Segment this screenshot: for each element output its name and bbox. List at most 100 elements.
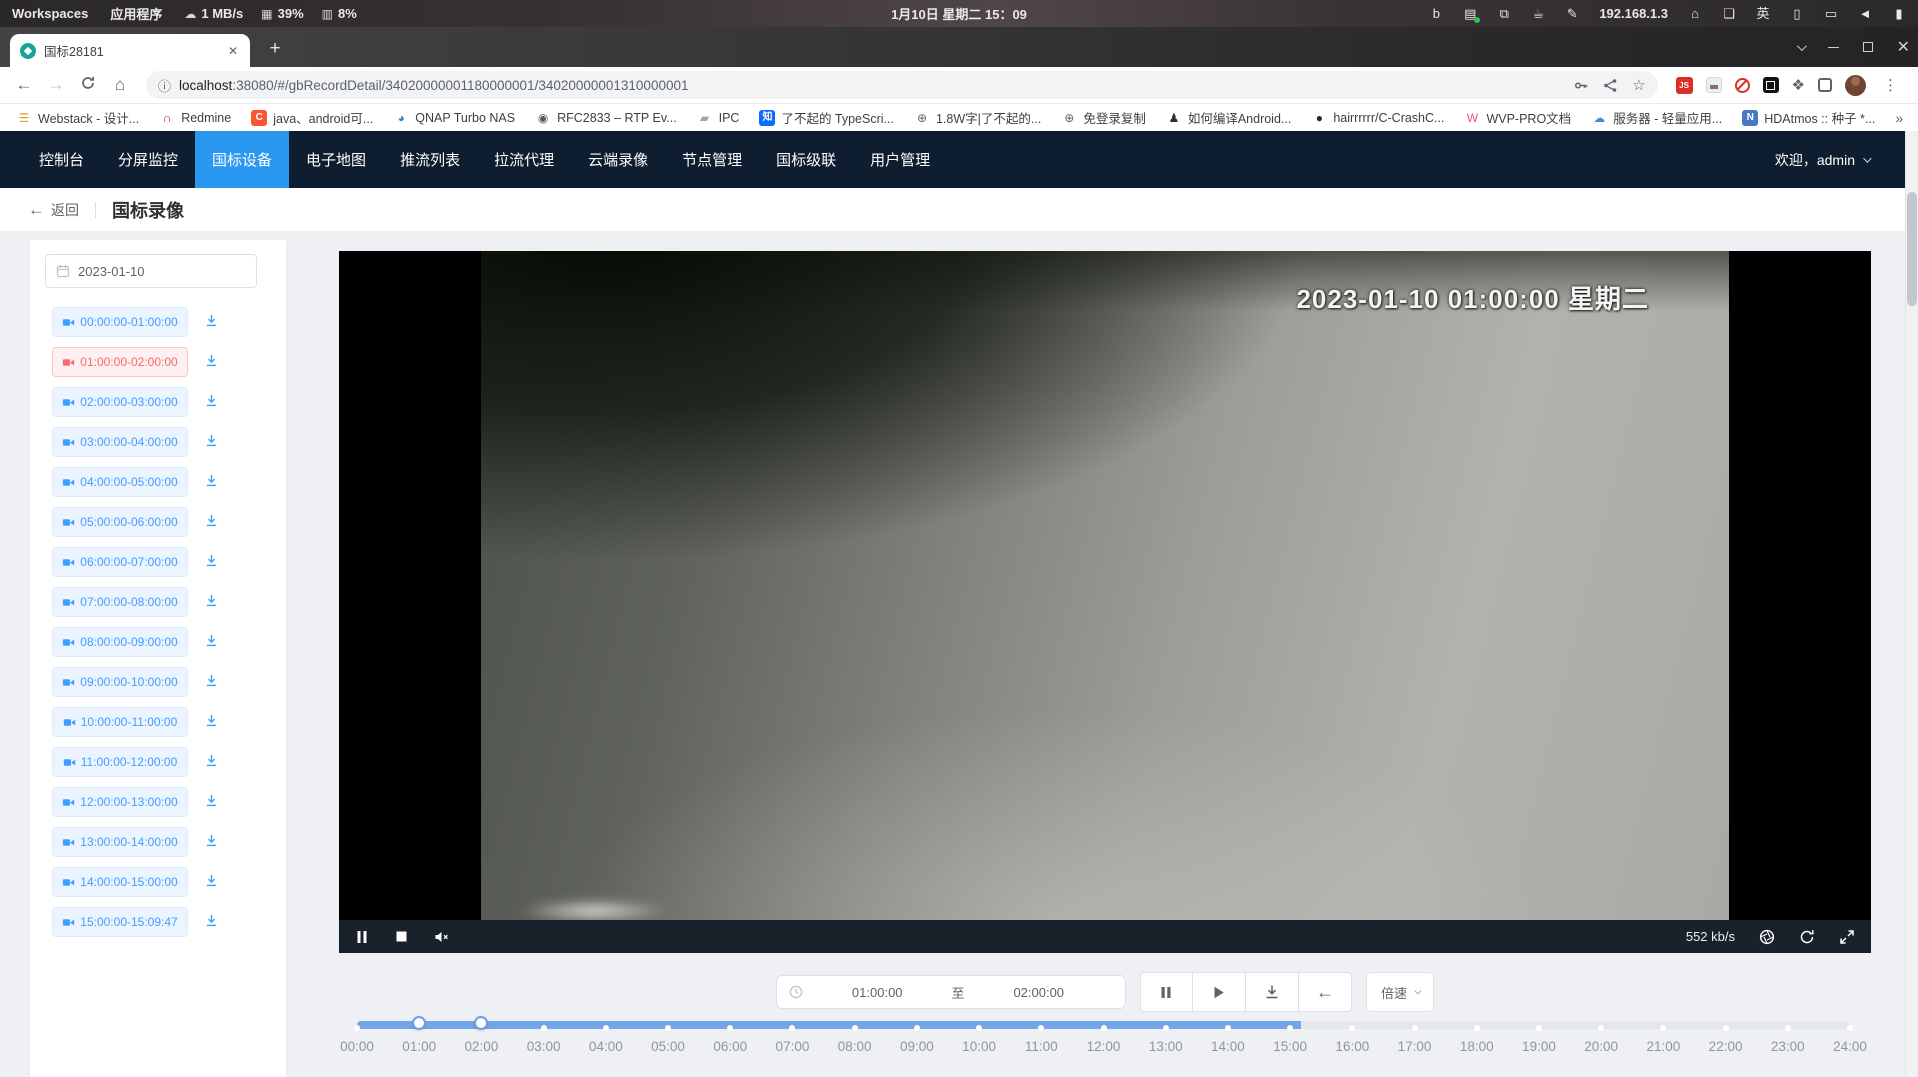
window-minimize-button[interactable]: [1828, 47, 1839, 48]
nav-item[interactable]: 电子地图: [289, 131, 383, 188]
download-extension-icon[interactable]: [1706, 77, 1722, 93]
bookmark-item[interactable]: ☁ 服务器 - 轻量应用...: [1591, 108, 1722, 127]
download-button[interactable]: [202, 671, 221, 693]
recording-range-button[interactable]: 10:00:00-11:00:00: [52, 707, 188, 737]
bookmark-item[interactable]: W WVP-PRO文档: [1464, 108, 1571, 127]
applications-menu[interactable]: 应用程序: [110, 4, 162, 23]
recording-range-button[interactable]: 14:00:00-15:00:00: [52, 867, 188, 897]
notes-icon[interactable]: ▤: [1463, 7, 1477, 21]
download-button[interactable]: [202, 351, 221, 373]
color-picker-icon[interactable]: ✎: [1565, 7, 1579, 21]
timeline-rail[interactable]: [357, 1021, 1850, 1029]
new-tab-button[interactable]: +: [262, 37, 288, 61]
recording-range-button[interactable]: 05:00:00-06:00:00: [52, 507, 188, 537]
download-button[interactable]: [202, 311, 221, 333]
nav-item[interactable]: 用户管理: [853, 131, 947, 188]
nav-item[interactable]: 分屏监控: [101, 131, 195, 188]
display-icon[interactable]: ▭: [1824, 7, 1838, 21]
tab-search-chevron-icon[interactable]: [1797, 41, 1807, 51]
download-button[interactable]: [202, 791, 221, 813]
share-icon[interactable]: [1603, 78, 1618, 93]
download-button[interactable]: [202, 511, 221, 533]
player-stop-button[interactable]: [395, 927, 408, 947]
recording-range-button[interactable]: 03:00:00-04:00:00: [52, 427, 188, 457]
download-button[interactable]: [202, 751, 221, 773]
download-record-button[interactable]: [1246, 972, 1299, 1012]
player-mute-button[interactable]: [434, 927, 450, 947]
window-close-button[interactable]: ✕: [1897, 37, 1910, 57]
nav-item[interactable]: 节点管理: [665, 131, 759, 188]
window-maximize-button[interactable]: [1863, 42, 1873, 52]
fullscreen-button[interactable]: [1839, 927, 1855, 947]
speed-dropdown[interactable]: 倍速: [1366, 972, 1434, 1012]
clipboard-icon[interactable]: ⧉: [1497, 7, 1511, 21]
end-time-value[interactable]: 02:00:00: [965, 985, 1114, 1000]
recording-range-button[interactable]: 09:00:00-10:00:00: [52, 667, 188, 697]
page-scrollbar[interactable]: [1905, 131, 1918, 1077]
workspaces-menu[interactable]: Workspaces: [12, 6, 88, 21]
tab-close-icon[interactable]: ✕: [226, 42, 240, 60]
bookmark-star-icon[interactable]: ☆: [1632, 76, 1645, 94]
bookmark-item[interactable]: ☰ Webstack - 设计...: [16, 108, 139, 127]
recording-range-button[interactable]: 06:00:00-07:00:00: [52, 547, 188, 577]
workspaces-switcher-icon[interactable]: ❏: [1722, 7, 1736, 21]
back-button[interactable]: ← 返回: [28, 200, 79, 220]
download-button[interactable]: [202, 591, 221, 613]
home-icon[interactable]: ⌂: [106, 75, 134, 95]
play-button[interactable]: [1193, 972, 1246, 1012]
player-pause-button[interactable]: [355, 927, 369, 947]
recording-range-button[interactable]: 12:00:00-13:00:00: [52, 787, 188, 817]
back-icon[interactable]: ←: [10, 75, 38, 95]
bing-icon[interactable]: b: [1429, 7, 1443, 21]
url-bar[interactable]: ⓘ localhost:38080/#/gbRecordDetail/34020…: [146, 71, 1658, 99]
recording-range-button[interactable]: 13:00:00-14:00:00: [52, 827, 188, 857]
site-info-icon[interactable]: ⓘ: [158, 76, 171, 95]
user-menu[interactable]: 欢迎，admin: [1775, 131, 1905, 188]
recording-range-button[interactable]: 07:00:00-08:00:00: [52, 587, 188, 617]
nav-item[interactable]: 国标级联: [759, 131, 853, 188]
extensions-puzzle-icon[interactable]: ❖: [1792, 76, 1805, 94]
download-button[interactable]: [202, 391, 221, 413]
nav-item[interactable]: 控制台: [22, 131, 101, 188]
screenshot-extension-icon[interactable]: [1818, 78, 1832, 92]
bookmarks-overflow-icon[interactable]: »: [1895, 110, 1913, 126]
recording-range-button[interactable]: 01:00:00-02:00:00: [52, 347, 188, 377]
nav-item[interactable]: 国标设备: [195, 131, 289, 188]
forward-icon[interactable]: →: [42, 75, 70, 95]
seek-back-button[interactable]: ←: [1299, 972, 1352, 1012]
bookmark-item[interactable]: ● hairrrrrr/C-CrashC...: [1311, 110, 1444, 126]
bookmark-item[interactable]: ∩ Redmine: [159, 110, 231, 126]
password-key-icon[interactable]: [1574, 78, 1589, 93]
battery-icon[interactable]: ▮: [1892, 7, 1906, 21]
js-extension-icon[interactable]: JS: [1676, 77, 1693, 94]
blocker-extension-icon[interactable]: [1735, 78, 1750, 93]
recording-range-button[interactable]: 04:00:00-05:00:00: [52, 467, 188, 497]
bookmark-item[interactable]: ◕ QNAP Turbo NAS: [393, 110, 515, 126]
scrollbar-thumb[interactable]: [1907, 192, 1917, 306]
nav-item[interactable]: 拉流代理: [477, 131, 571, 188]
download-button[interactable]: [202, 471, 221, 493]
snapshot-button[interactable]: [1759, 927, 1775, 947]
recording-range-button[interactable]: 00:00:00-01:00:00: [52, 307, 188, 337]
date-picker[interactable]: 2023-01-10: [45, 254, 257, 288]
timeline-handle[interactable]: [474, 1016, 488, 1030]
download-button[interactable]: [202, 631, 221, 653]
recording-range-button[interactable]: 02:00:00-03:00:00: [52, 387, 188, 417]
reload-icon[interactable]: [74, 75, 102, 96]
download-button[interactable]: [202, 831, 221, 853]
dark-reader-extension-icon[interactable]: [1763, 77, 1779, 93]
browser-tab[interactable]: 国标28181 ✕: [10, 34, 250, 67]
browser-menu-icon[interactable]: ⋮: [1879, 76, 1902, 94]
nav-item[interactable]: 推流列表: [383, 131, 477, 188]
profile-avatar[interactable]: [1845, 75, 1866, 96]
time-range-input[interactable]: 01:00:00 至 02:00:00: [776, 975, 1126, 1009]
download-button[interactable]: [202, 431, 221, 453]
start-time-value[interactable]: 01:00:00: [803, 985, 952, 1000]
coffee-icon[interactable]: ☕: [1531, 7, 1545, 21]
bookmark-item[interactable]: ⊕ 1.8W字|了不起的...: [914, 108, 1041, 127]
home-icon[interactable]: ⌂: [1688, 7, 1702, 21]
volume-icon[interactable]: ◄: [1858, 7, 1872, 21]
bookmark-item[interactable]: ⊕ 免登录复制: [1061, 108, 1146, 127]
pause-button[interactable]: [1140, 972, 1193, 1012]
bookmark-item[interactable]: ♟ 如何编译Android...: [1166, 108, 1292, 127]
